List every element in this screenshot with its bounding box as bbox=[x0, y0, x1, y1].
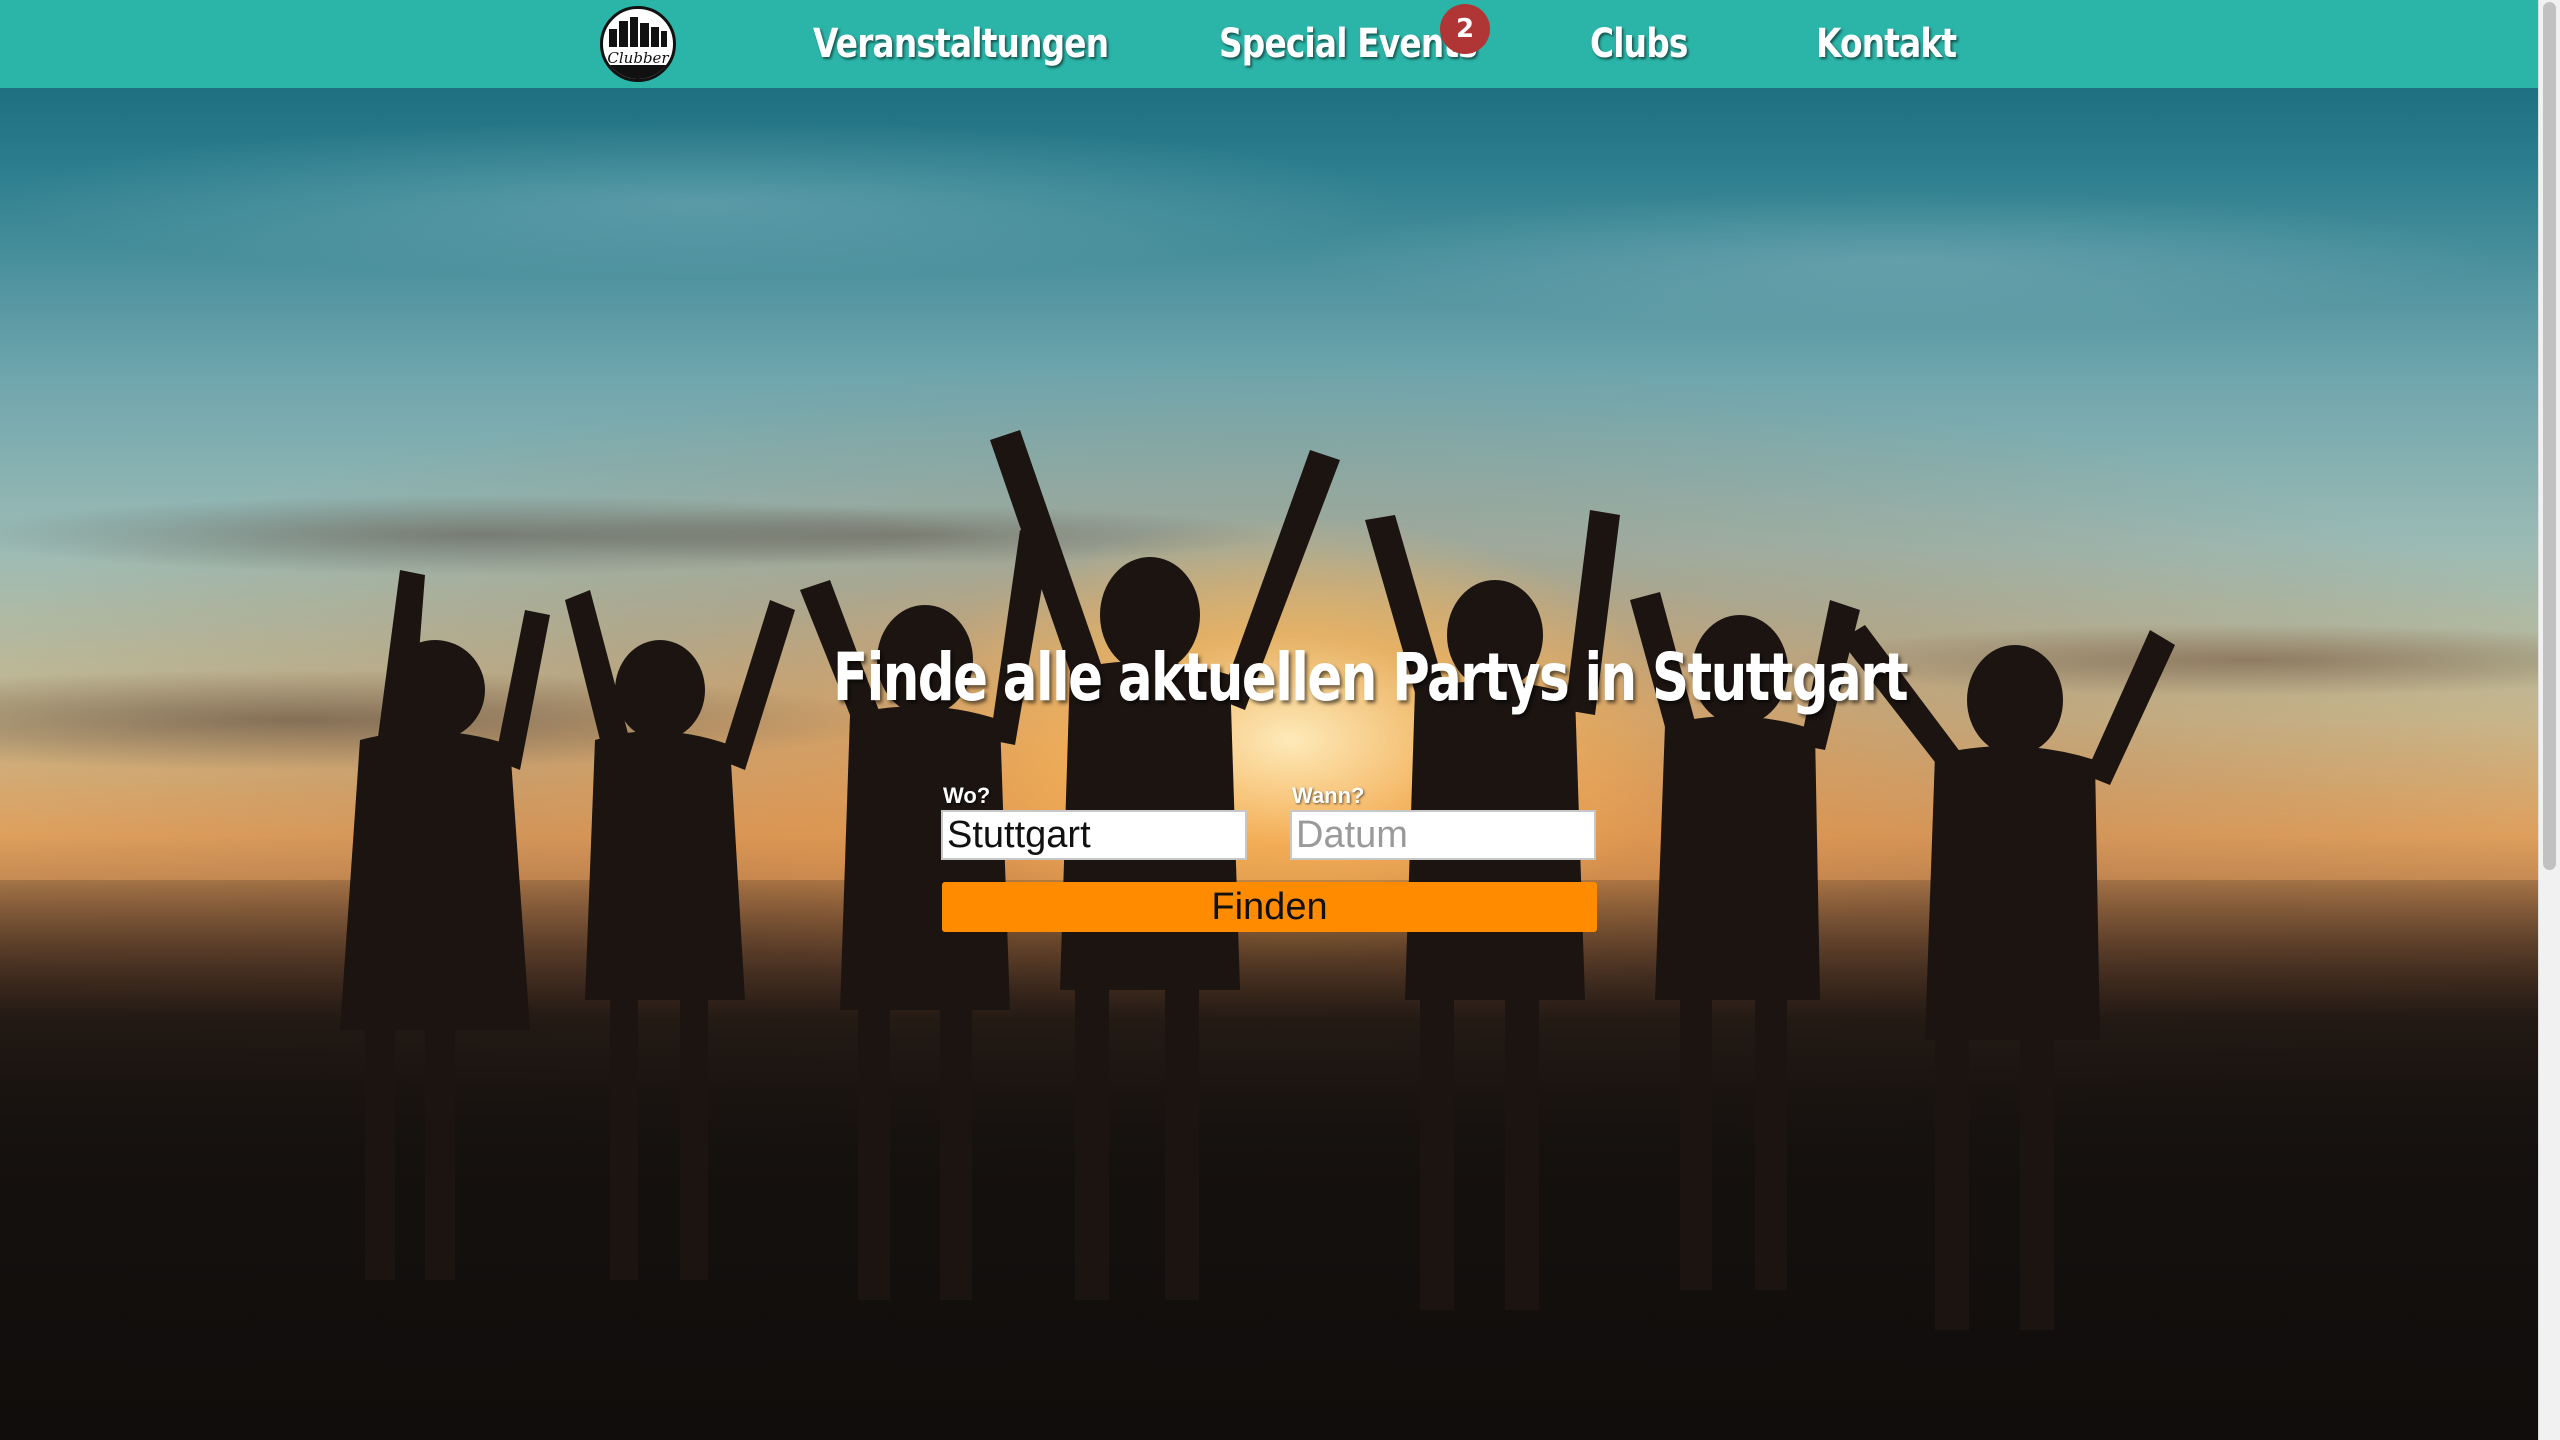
crowd-silhouette bbox=[340, 430, 2175, 1330]
person-silhouette bbox=[990, 430, 1340, 1300]
date-input[interactable] bbox=[1290, 810, 1596, 860]
person-silhouette bbox=[340, 570, 550, 1280]
hero-background bbox=[0, 0, 2538, 1440]
where-label: Wo? bbox=[943, 783, 991, 808]
nav-item-kontakt[interactable]: Kontakt bbox=[1816, 14, 1957, 74]
when-label: Wann? bbox=[1292, 783, 1365, 808]
notification-badge: 2 bbox=[1440, 4, 1490, 54]
nav-item-clubs[interactable]: Clubs bbox=[1590, 14, 1688, 74]
top-navbar: Clubber Veranstaltungen Special Events 2… bbox=[0, 0, 2538, 88]
vertical-scrollbar[interactable] bbox=[2538, 0, 2560, 1440]
clubber-logo[interactable]: Clubber bbox=[600, 6, 676, 82]
scrollbar-thumb[interactable] bbox=[2543, 2, 2556, 870]
hero-headline: Finde alle aktuellen Partys in Stuttgart bbox=[833, 639, 1909, 716]
person-silhouette bbox=[565, 590, 795, 1280]
where-input[interactable] bbox=[941, 810, 1247, 860]
person-silhouette bbox=[1840, 625, 2175, 1330]
find-button[interactable]: Finden bbox=[942, 882, 1597, 932]
nav-item-special-events[interactable]: Special Events bbox=[1219, 14, 1478, 74]
logo-base bbox=[603, 65, 673, 79]
nav-item-veranstaltungen[interactable]: Veranstaltungen bbox=[813, 14, 1109, 74]
skyline-icon bbox=[609, 17, 667, 47]
